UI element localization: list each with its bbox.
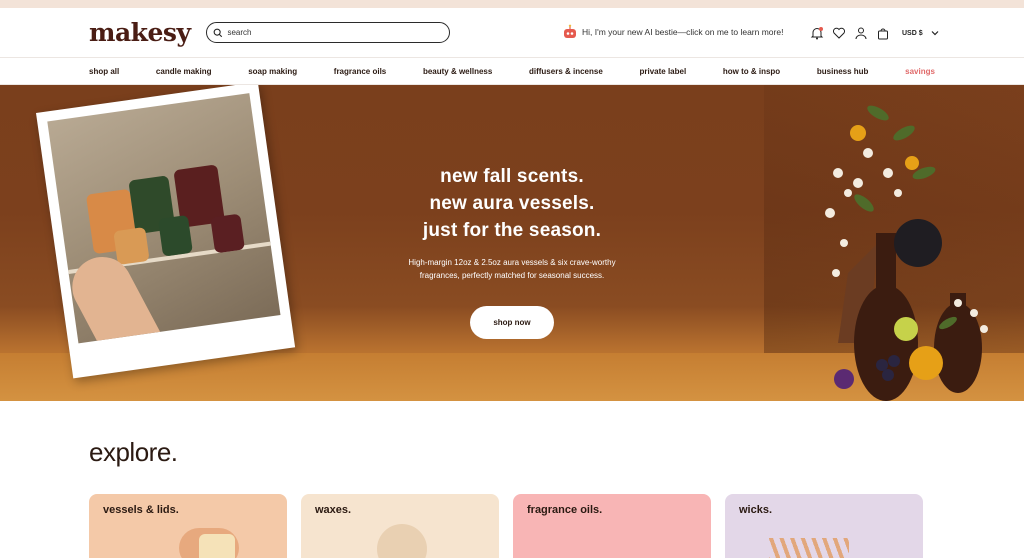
explore-section: explore. vessels & lids. waxes. fragranc… <box>0 401 1024 558</box>
nav-item-beauty-wellness[interactable]: beauty & wellness <box>423 67 492 76</box>
category-card-label: fragrance oils. <box>527 504 603 516</box>
hero-title-line-1: new fall scents. <box>440 166 584 187</box>
main-nav: shop all candle making soap making fragr… <box>0 58 1024 85</box>
nav-item-private-label[interactable]: private label <box>639 67 686 76</box>
hero-subtitle: High-margin 12oz & 2.5oz aura vessels & … <box>362 256 662 282</box>
search-input[interactable] <box>227 28 438 37</box>
shop-now-button[interactable]: shop now <box>470 306 554 339</box>
category-card-label: wicks. <box>739 504 773 516</box>
robot-icon <box>564 24 576 38</box>
category-card-fragrance-oils[interactable]: fragrance oils. <box>513 494 711 558</box>
nav-item-shop-all[interactable]: shop all <box>89 67 119 76</box>
hero-polaroid-photo <box>36 85 296 379</box>
candles-photo <box>47 93 281 344</box>
nav-item-fragrance-oils[interactable]: fragrance oils <box>334 67 386 76</box>
category-card-waxes[interactable]: waxes. <box>301 494 499 558</box>
category-card-label: vessels & lids. <box>103 504 179 516</box>
currency-selector[interactable]: USD $ <box>902 30 923 37</box>
category-card-wicks[interactable]: wicks. <box>725 494 923 558</box>
promo-strip <box>0 0 1024 8</box>
site-header: makesy Hi, I'm your new AI bestie—click … <box>0 8 1024 58</box>
hero-copy: new fall scents. new aura vessels. just … <box>362 163 662 339</box>
hero-banner[interactable]: new fall scents. new aura vessels. just … <box>0 85 1024 401</box>
nav-item-how-to-inspo[interactable]: how to & inspo <box>723 67 780 76</box>
hero-title-line-3: just for the season. <box>422 220 602 241</box>
category-card-vessels-lids[interactable]: vessels & lids. <box>89 494 287 558</box>
nav-item-diffusers-incense[interactable]: diffusers & incense <box>529 67 603 76</box>
category-cards: vessels & lids. waxes. fragrance oils. w… <box>89 494 935 558</box>
explore-title: explore. <box>89 437 178 467</box>
account-user-icon[interactable] <box>854 26 868 40</box>
nav-item-soap-making[interactable]: soap making <box>248 67 297 76</box>
notification-bell-icon[interactable] <box>810 26 824 40</box>
hero-subtitle-line-2: fragrances, perfectly matched for season… <box>419 271 605 280</box>
hero-title-line-2: new aura vessels. <box>429 193 595 214</box>
nav-item-candle-making[interactable]: candle making <box>156 67 212 76</box>
makesy-logo[interactable]: makesy <box>89 18 191 47</box>
chevron-down-icon[interactable] <box>931 29 939 37</box>
wishlist-heart-icon[interactable] <box>832 26 846 40</box>
nav-item-business-hub[interactable]: business hub <box>817 67 869 76</box>
search-icon <box>214 28 223 37</box>
category-card-label: waxes. <box>315 504 352 516</box>
shopping-bag-icon[interactable] <box>876 26 890 40</box>
botanical-arrangement-illustration <box>825 105 988 401</box>
header-actions: USD $ <box>810 26 939 40</box>
hero-title: new fall scents. new aura vessels. just … <box>362 163 662 244</box>
nav-item-savings[interactable]: savings <box>905 67 935 76</box>
hero-subtitle-line-1: High-margin 12oz & 2.5oz aura vessels & … <box>408 258 616 267</box>
ai-bestie-prompt[interactable]: Hi, I'm your new AI bestie—click on me t… <box>562 24 783 40</box>
ai-bestie-text: Hi, I'm your new AI bestie—click on me t… <box>582 27 784 37</box>
search-bar[interactable] <box>206 22 451 43</box>
